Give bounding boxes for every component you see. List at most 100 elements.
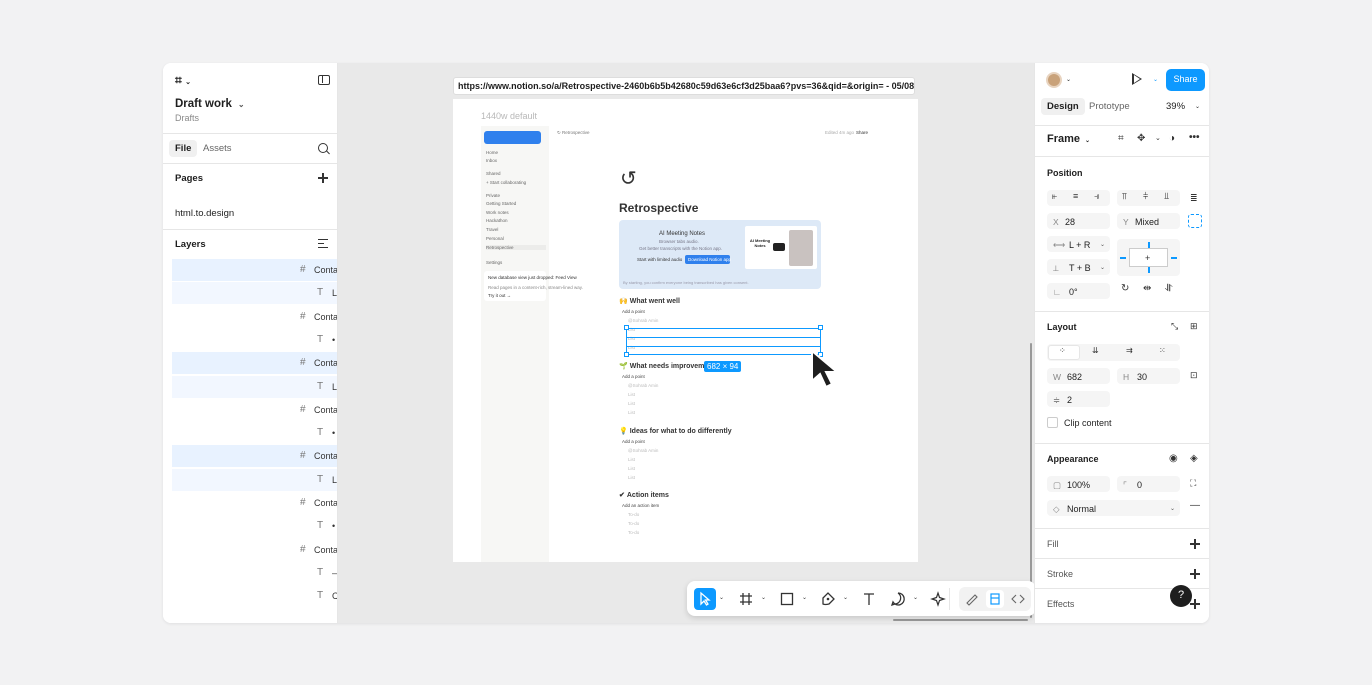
dev-mode-icon[interactable]	[1009, 590, 1027, 608]
shape-tool[interactable]	[776, 588, 798, 610]
horizontal-scrollbar[interactable]	[893, 619, 1028, 621]
grid-icon[interactable]: ⌗	[1118, 133, 1124, 144]
layer-row[interactable]: T •	[172, 329, 337, 351]
width-field[interactable]: W 682	[1047, 368, 1110, 384]
height-field[interactable]: H 30	[1117, 368, 1180, 384]
independent-corners-icon[interactable]: ⛶	[1190, 478, 1196, 489]
grid-layout-icon[interactable]: ⁙	[1159, 346, 1166, 355]
comment-tool[interactable]	[887, 588, 909, 610]
constraints-toggle-icon[interactable]	[1188, 214, 1202, 228]
layer-row[interactable]: # Conta	[172, 539, 337, 561]
rotate-icon[interactable]: ↻	[1121, 283, 1129, 294]
help-button[interactable]: ?	[1170, 585, 1192, 607]
chevron-down-icon[interactable]: ⌄	[843, 594, 848, 601]
chevron-down-icon[interactable]: ⌄	[1153, 76, 1158, 83]
blend-mode-select[interactable]: ◇ Normal ⌄	[1047, 500, 1180, 516]
add-page-plus-icon[interactable]	[318, 173, 328, 183]
layer-row[interactable]: TLi	[172, 468, 337, 491]
user-avatar[interactable]	[1046, 72, 1062, 88]
share-button[interactable]: Share	[1166, 69, 1205, 91]
figma-menu-icon[interactable]: ⌗ ⌄	[175, 73, 191, 88]
layer-row[interactable]: TLi	[172, 282, 337, 305]
resize-to-fit-icon[interactable]: ⊡	[1190, 370, 1198, 381]
align-left-icon[interactable]: ⫦	[1052, 191, 1057, 202]
clip-content-checkbox[interactable]	[1047, 417, 1058, 428]
layer-row[interactable]: # Conta	[172, 399, 337, 421]
rotation-field[interactable]: ∟ 0°	[1047, 283, 1110, 299]
vertical-scrollbar[interactable]	[1030, 343, 1032, 618]
layer-row[interactable]: TC	[172, 585, 337, 607]
layer-row[interactable]: # Conta	[172, 492, 337, 514]
horizontal-constraint-select[interactable]: ⟷ L + R ⌄	[1047, 236, 1110, 252]
draw-mode-icon[interactable]	[963, 590, 981, 608]
chevron-down-icon[interactable]: ⌄	[719, 594, 724, 601]
text-tool[interactable]	[858, 588, 880, 610]
horizontal-layout-icon[interactable]: ⇉	[1126, 346, 1133, 355]
resize-handle[interactable]	[624, 352, 629, 357]
resize-handle[interactable]	[818, 325, 823, 330]
minus-icon[interactable]: —	[1190, 500, 1200, 511]
tab-design[interactable]: Design	[1041, 98, 1085, 115]
add-stroke-plus-icon[interactable]	[1190, 569, 1200, 579]
add-fill-plus-icon[interactable]	[1190, 539, 1200, 549]
chevron-down-icon[interactable]: ⌄	[1155, 134, 1161, 142]
frame-tool[interactable]	[735, 588, 757, 610]
more-options-icon[interactable]: •••	[1189, 132, 1200, 143]
vertical-constraint-select[interactable]: ⟂ T + B ⌄	[1047, 259, 1110, 275]
y-field[interactable]: Y Mixed	[1117, 213, 1180, 229]
layer-row[interactable]: T –	[172, 562, 337, 584]
opacity-field[interactable]: ▢ 100%	[1047, 476, 1110, 492]
align-center-h-icon[interactable]: ≡	[1073, 191, 1078, 201]
auto-layout-icon[interactable]: ⊞	[1190, 321, 1198, 332]
chevron-down-icon[interactable]: ⌄	[1066, 76, 1071, 83]
vertical-layout-icon[interactable]: ⇊	[1092, 346, 1099, 355]
move-tool[interactable]	[694, 588, 716, 610]
layer-row[interactable]: # Conta	[172, 306, 337, 328]
align-top-icon[interactable]: ⫪	[1122, 191, 1127, 202]
chevron-down-icon[interactable]: ⌄	[761, 594, 766, 601]
resize-handle[interactable]	[624, 325, 629, 330]
eye-icon[interactable]: ◉	[1169, 453, 1178, 464]
align-bottom-icon[interactable]: ⫫	[1164, 191, 1169, 202]
collapse-icon[interactable]: ⤡	[1171, 321, 1178, 332]
chevron-down-icon[interactable]: ⌄	[802, 594, 807, 601]
actions-tool[interactable]	[927, 588, 949, 610]
align-center-v-icon[interactable]: ⫩	[1143, 191, 1148, 202]
mask-icon[interactable]: ◑	[1169, 133, 1175, 144]
file-name[interactable]: Draft work ⌄	[175, 98, 245, 110]
layer-row[interactable]: # Conta	[172, 445, 337, 468]
layer-row[interactable]: TLi	[172, 375, 337, 398]
add-effect-plus-icon[interactable]	[1190, 599, 1200, 609]
design-mode-icon[interactable]	[986, 590, 1004, 608]
gap-field[interactable]: ≑ 2	[1047, 391, 1110, 407]
component-icon[interactable]: ✥	[1137, 133, 1145, 144]
flip-horizontal-icon[interactable]: ⇹	[1143, 283, 1151, 294]
search-icon[interactable]	[318, 143, 328, 153]
distribute-icon[interactable]: ≣	[1190, 193, 1198, 204]
blend-drop-icon[interactable]: ◈	[1190, 453, 1198, 464]
tab-assets[interactable]: Assets	[203, 143, 232, 154]
file-location[interactable]: Drafts	[175, 113, 199, 123]
layer-row[interactable]: # Conta	[172, 352, 337, 375]
selection-box[interactable]	[626, 328, 821, 355]
layers-options-icon[interactable]	[318, 239, 328, 249]
frame-name-label[interactable]: 1440w default	[481, 111, 537, 121]
align-right-icon[interactable]: ⫣	[1094, 191, 1099, 202]
canvas[interactable]: https://www.notion.so/a/Retrospective-24…	[338, 63, 1034, 623]
corner-radius-field[interactable]: ⌜ 0	[1117, 476, 1180, 492]
chevron-down-icon[interactable]: ⌄	[913, 594, 918, 601]
layer-row[interactable]: T •	[172, 422, 337, 444]
pen-tool[interactable]	[817, 588, 839, 610]
chevron-down-icon[interactable]: ⌄	[1195, 103, 1200, 110]
present-play-icon[interactable]	[1132, 72, 1142, 85]
layer-row[interactable]: T •	[172, 515, 337, 537]
constraint-widget[interactable]: +	[1117, 239, 1180, 276]
tab-prototype[interactable]: Prototype	[1089, 101, 1130, 112]
tab-file[interactable]: File	[169, 140, 198, 157]
x-field[interactable]: X 28	[1047, 213, 1110, 229]
selection-type-dropdown[interactable]: Frame ⌄	[1047, 133, 1090, 145]
flip-vertical-icon[interactable]: ⥯	[1165, 283, 1172, 294]
zoom-level[interactable]: 39%	[1166, 101, 1185, 112]
page-item[interactable]: html.to.design	[175, 208, 234, 219]
layer-row[interactable]: # Conta	[172, 259, 337, 281]
